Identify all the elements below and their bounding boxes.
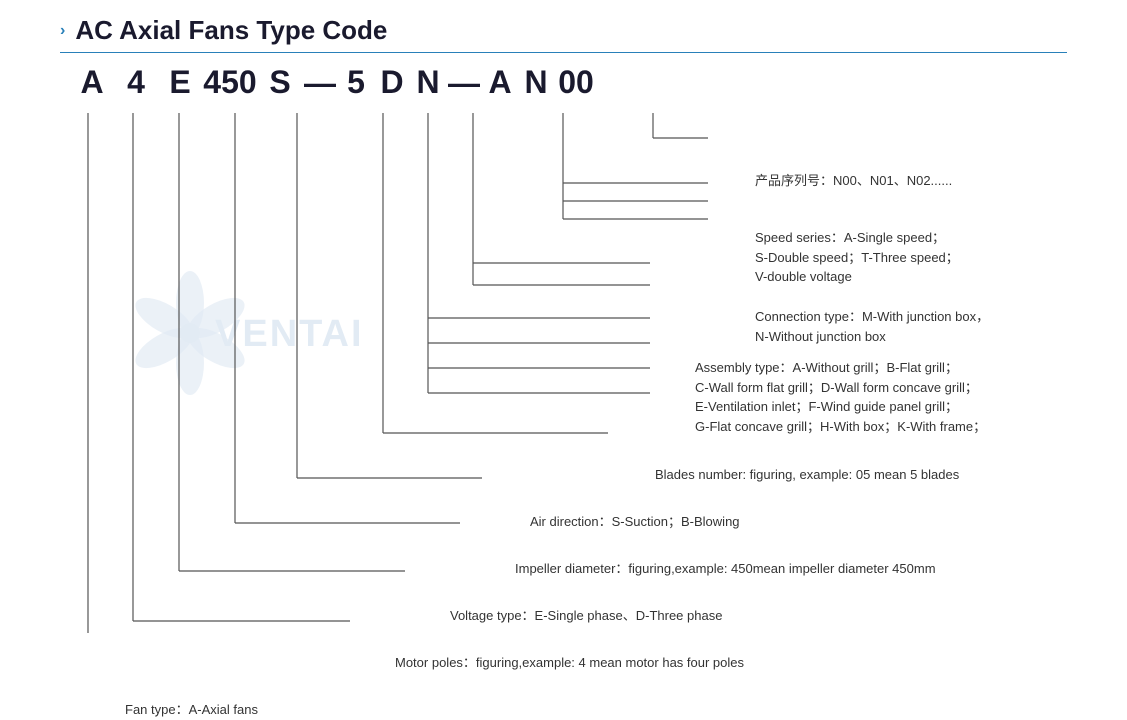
letter-N2: N: [518, 64, 554, 101]
letter-N: N: [410, 64, 446, 101]
letter-S: S: [258, 64, 302, 101]
code-letters-row: A 4 E 450 S — 5 D N — A N 00: [70, 63, 598, 102]
letter-D: D: [374, 64, 410, 101]
letter-00: 00: [554, 64, 598, 101]
label-blades: Blades number: figuring, example: 05 mea…: [655, 465, 959, 485]
label-impeller: Impeller diameter：figuring,example: 450m…: [515, 559, 936, 579]
label-fan-type: Fan type：A-Axial fans: [125, 700, 258, 720]
letter-450: 450: [202, 64, 258, 101]
dash-1: —: [302, 63, 338, 102]
label-motor-poles: Motor poles：figuring,example: 4 mean mot…: [395, 653, 744, 673]
title-row: › AC Axial Fans Type Code: [60, 15, 1067, 46]
letter-A2: A: [482, 64, 518, 101]
title-chevron: ›: [60, 22, 65, 40]
label-assembly: Assembly type：A-Without grill；B-Flat gri…: [695, 358, 986, 436]
label-speed: Speed series：A-Single speed； S-Double sp…: [755, 228, 959, 287]
page-title: AC Axial Fans Type Code: [75, 15, 387, 46]
label-product-series: 产品序列号：N00、N01、N02......: [755, 171, 952, 191]
diagram-area: VENTAI: [60, 53, 1067, 633]
letter-5: 5: [338, 64, 374, 101]
letter-A: A: [70, 64, 114, 101]
label-voltage: Voltage type：E-Single phase、D-Three phas…: [450, 606, 722, 626]
label-connection: Connection type：M-With junction box， N-W…: [755, 307, 989, 346]
label-air-direction: Air direction：S-Suction；B-Blowing: [530, 512, 740, 532]
dash-2: —: [446, 63, 482, 102]
letter-E: E: [158, 64, 202, 101]
letter-4: 4: [114, 64, 158, 101]
